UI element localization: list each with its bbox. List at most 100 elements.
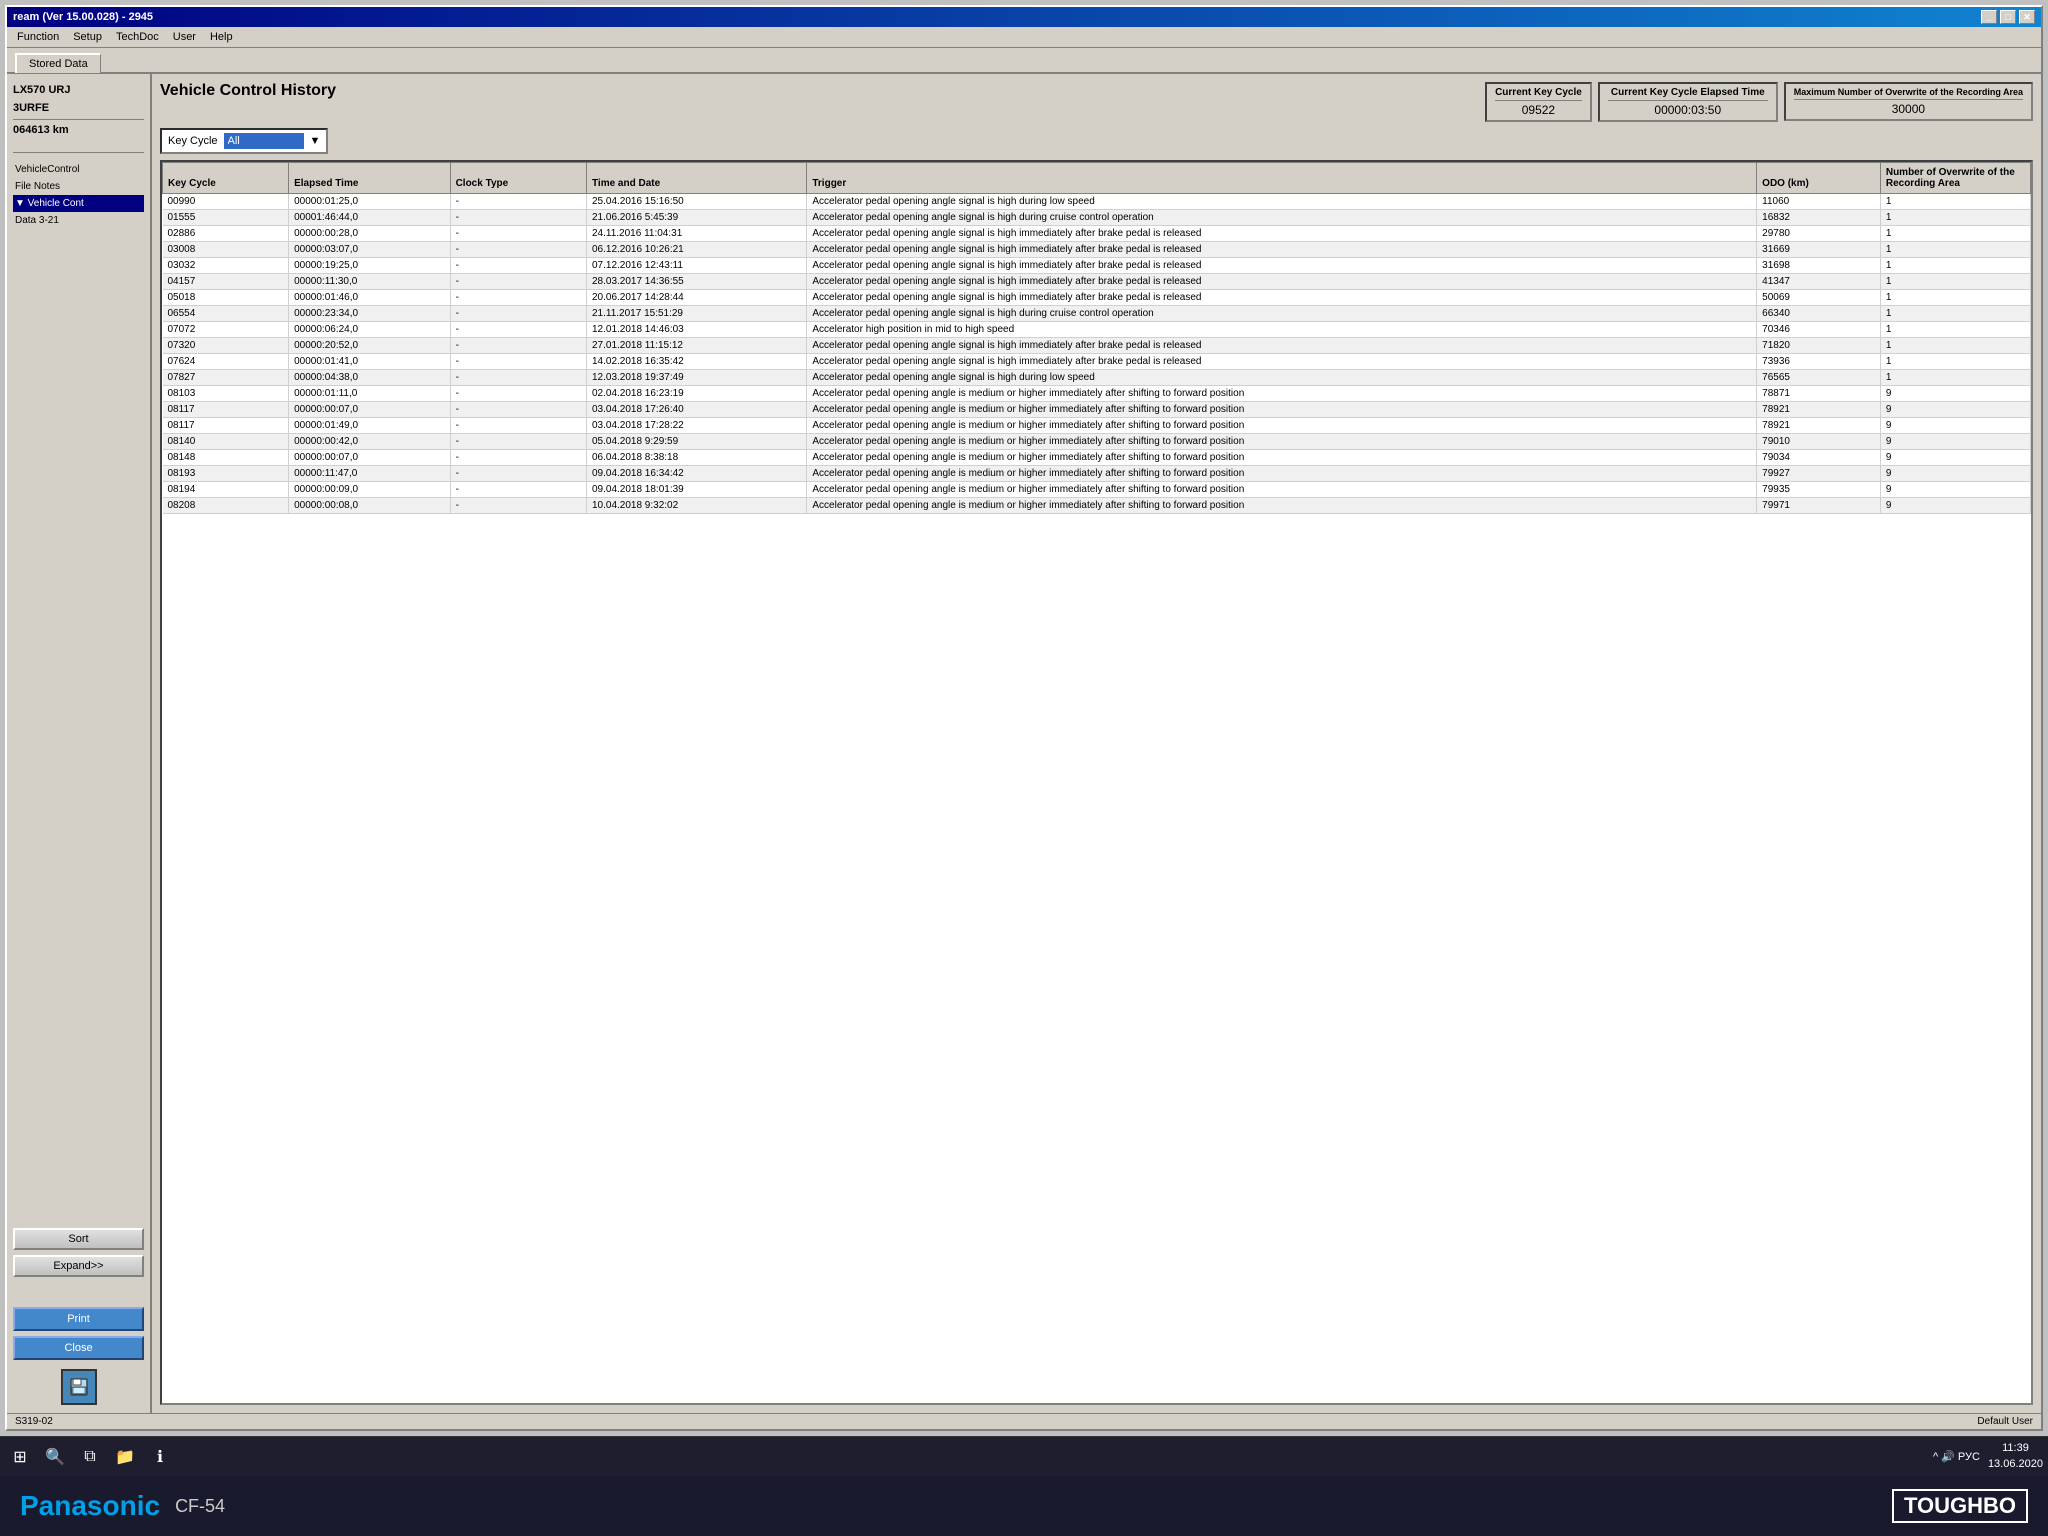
table-cell: - (450, 194, 586, 210)
save-icon[interactable] (61, 1369, 97, 1405)
table-cell: 00000:00:07,0 (289, 402, 450, 418)
table-cell: 1 (1880, 210, 2030, 226)
table-cell: 00000:01:49,0 (289, 418, 450, 434)
sort-button[interactable]: Sort (13, 1228, 144, 1250)
close-button-window[interactable]: ✕ (2019, 10, 2035, 24)
table-row[interactable]: 0732000000:20:52,0-27.01.2018 11:15:12Ac… (163, 338, 2031, 354)
table-row[interactable]: 0819400000:00:09,0-09.04.2018 18:01:39Ac… (163, 482, 2031, 498)
menu-function[interactable]: Function (11, 29, 65, 45)
tree-item-3[interactable]: Data 3-21 (13, 212, 144, 229)
table-row[interactable]: 0303200000:19:25,0-07.12.2016 12:43:11Ac… (163, 258, 2031, 274)
menu-setup[interactable]: Setup (67, 29, 108, 45)
minimize-button[interactable]: _ (1981, 10, 1997, 24)
table-row[interactable]: 0819300000:11:47,0-09.04.2018 16:34:42Ac… (163, 466, 2031, 482)
col-clock-type: Clock Type (450, 163, 586, 194)
close-button[interactable]: Close (13, 1336, 144, 1360)
taskbar-left: ⊞ 🔍 ⧉ 📁 ℹ (5, 1442, 175, 1472)
menu-user[interactable]: User (167, 29, 202, 45)
section-title: Vehicle Control History (160, 82, 336, 100)
col-odo: ODO (km) (1757, 163, 1881, 194)
table-row[interactable]: 0099000000:01:25,0-25.04.2016 15:16:50Ac… (163, 194, 2031, 210)
tree-item-2[interactable]: ▼ Vehicle Cont (13, 195, 144, 212)
table-row[interactable]: 0300800000:03:07,0-06.12.2016 10:26:21Ac… (163, 242, 2031, 258)
key-cycle-input[interactable] (224, 133, 304, 149)
table-container[interactable]: Key Cycle Elapsed Time Clock Type Time a… (160, 160, 2033, 1405)
table-row[interactable]: 0814800000:00:07,0-06.04.2018 8:38:18Acc… (163, 450, 2031, 466)
app-title: ream (Ver 15.00.028) - 2945 (13, 11, 153, 23)
table-cell: 00000:06:24,0 (289, 322, 450, 338)
search-icon[interactable]: 🔍 (40, 1442, 70, 1472)
windows-start-button[interactable]: ⊞ (5, 1442, 35, 1472)
table-row[interactable]: 0501800000:01:46,0-20.06.2017 14:28:44Ac… (163, 290, 2031, 306)
table-cell: Accelerator pedal opening angle signal i… (807, 354, 1757, 370)
menu-bar: Function Setup TechDoc User Help (7, 27, 2041, 48)
table-row[interactable]: 0762400000:01:41,0-14.02.2018 16:35:42Ac… (163, 354, 2031, 370)
table-row[interactable]: 0811700000:00:07,0-03.04.2018 17:26:40Ac… (163, 402, 2031, 418)
table-cell: 9 (1880, 450, 2030, 466)
table-row[interactable]: 0811700000:01:49,0-03.04.2018 17:28:22Ac… (163, 418, 2031, 434)
table-cell: - (450, 322, 586, 338)
application-window: ream (Ver 15.00.028) - 2945 _ □ ✕ Functi… (0, 0, 2048, 1436)
dropdown-arrow-icon[interactable]: ▼ (310, 135, 321, 147)
col-overwrite: Number of Overwrite of the Recording Are… (1880, 163, 2030, 194)
table-cell: 08117 (163, 402, 289, 418)
table-cell: 00000:00:42,0 (289, 434, 450, 450)
table-row[interactable]: 0810300000:01:11,0-02.04.2018 16:23:19Ac… (163, 386, 2031, 402)
table-cell: Accelerator pedal opening angle is mediu… (807, 434, 1757, 450)
elapsed-time-box: Current Key Cycle Elapsed Time 00000:03:… (1598, 82, 1778, 122)
explorer-icon[interactable]: 📁 (110, 1442, 140, 1472)
table-cell: Accelerator pedal opening angle signal i… (807, 226, 1757, 242)
table-cell: 04157 (163, 274, 289, 290)
table-cell: 08140 (163, 434, 289, 450)
table-cell: Accelerator high position in mid to high… (807, 322, 1757, 338)
panasonic-bar: Panasonic CF-54 TOUGHBO (0, 1476, 2048, 1536)
menu-help[interactable]: Help (204, 29, 239, 45)
table-cell: Accelerator pedal opening angle is mediu… (807, 498, 1757, 514)
key-cycle-row: Key Cycle ▼ (160, 128, 2033, 154)
table-cell: 00000:00:07,0 (289, 450, 450, 466)
menu-techdoc[interactable]: TechDoc (110, 29, 165, 45)
table-row[interactable]: 0415700000:11:30,0-28.03.2017 14:36:55Ac… (163, 274, 2031, 290)
table-cell: 16832 (1757, 210, 1881, 226)
table-cell: 1 (1880, 354, 2030, 370)
table-cell: 00000:04:38,0 (289, 370, 450, 386)
tree-item-1[interactable]: File Notes (13, 178, 144, 195)
table-cell: 00000:11:30,0 (289, 274, 450, 290)
taskbar-right: ^ 🔊 РУС 11:39 13.06.2020 (1933, 1441, 2043, 1472)
table-cell: 06554 (163, 306, 289, 322)
table-cell: Accelerator pedal opening angle signal i… (807, 194, 1757, 210)
sidebar-tree: VehicleControl File Notes ▼ Vehicle Cont… (13, 161, 144, 229)
table-cell: 07827 (163, 370, 289, 386)
table-row[interactable]: 0707200000:06:24,0-12.01.2018 14:46:03Ac… (163, 322, 2031, 338)
table-row[interactable]: 0782700000:04:38,0-12.03.2018 19:37:49Ac… (163, 370, 2031, 386)
table-row[interactable]: 0155500001:46:44,0-21.06.2016 5:45:39Acc… (163, 210, 2031, 226)
print-button[interactable]: Print (13, 1307, 144, 1331)
table-cell: 08193 (163, 466, 289, 482)
status-left: S319-02 (15, 1416, 53, 1427)
maximize-button[interactable]: □ (2000, 10, 2016, 24)
table-cell: - (450, 466, 586, 482)
table-cell: 25.04.2016 15:16:50 (586, 194, 806, 210)
task-view-icon[interactable]: ⧉ (75, 1442, 105, 1472)
table-row[interactable]: 0655400000:23:34,0-21.11.2017 15:51:29Ac… (163, 306, 2031, 322)
col-time-date: Time and Date (586, 163, 806, 194)
expand-button[interactable]: Expand>> (13, 1255, 144, 1277)
brand-model: CF-54 (175, 1496, 225, 1517)
col-elapsed-time: Elapsed Time (289, 163, 450, 194)
table-row[interactable]: 0814000000:00:42,0-05.04.2018 9:29:59Acc… (163, 434, 2031, 450)
table-row[interactable]: 0820800000:00:08,0-10.04.2018 9:32:02Acc… (163, 498, 2031, 514)
table-cell: Accelerator pedal opening angle signal i… (807, 274, 1757, 290)
table-cell: 12.03.2018 19:37:49 (586, 370, 806, 386)
vehicle-info: LX570 URJ 3URFE 064613 km (13, 82, 144, 140)
table-cell: Accelerator pedal opening angle is mediu… (807, 402, 1757, 418)
table-cell: 14.02.2018 16:35:42 (586, 354, 806, 370)
current-key-cycle-label: Current Key Cycle (1495, 87, 1582, 101)
tab-stored-data[interactable]: Stored Data (15, 53, 101, 73)
tree-item-0[interactable]: VehicleControl (13, 161, 144, 178)
table-cell: 21.06.2016 5:45:39 (586, 210, 806, 226)
table-cell: Accelerator pedal opening angle is mediu… (807, 418, 1757, 434)
table-cell: - (450, 450, 586, 466)
table-row[interactable]: 0288600000:00:28,0-24.11.2016 11:04:31Ac… (163, 226, 2031, 242)
table-cell: 29780 (1757, 226, 1881, 242)
app-icon[interactable]: ℹ (145, 1442, 175, 1472)
